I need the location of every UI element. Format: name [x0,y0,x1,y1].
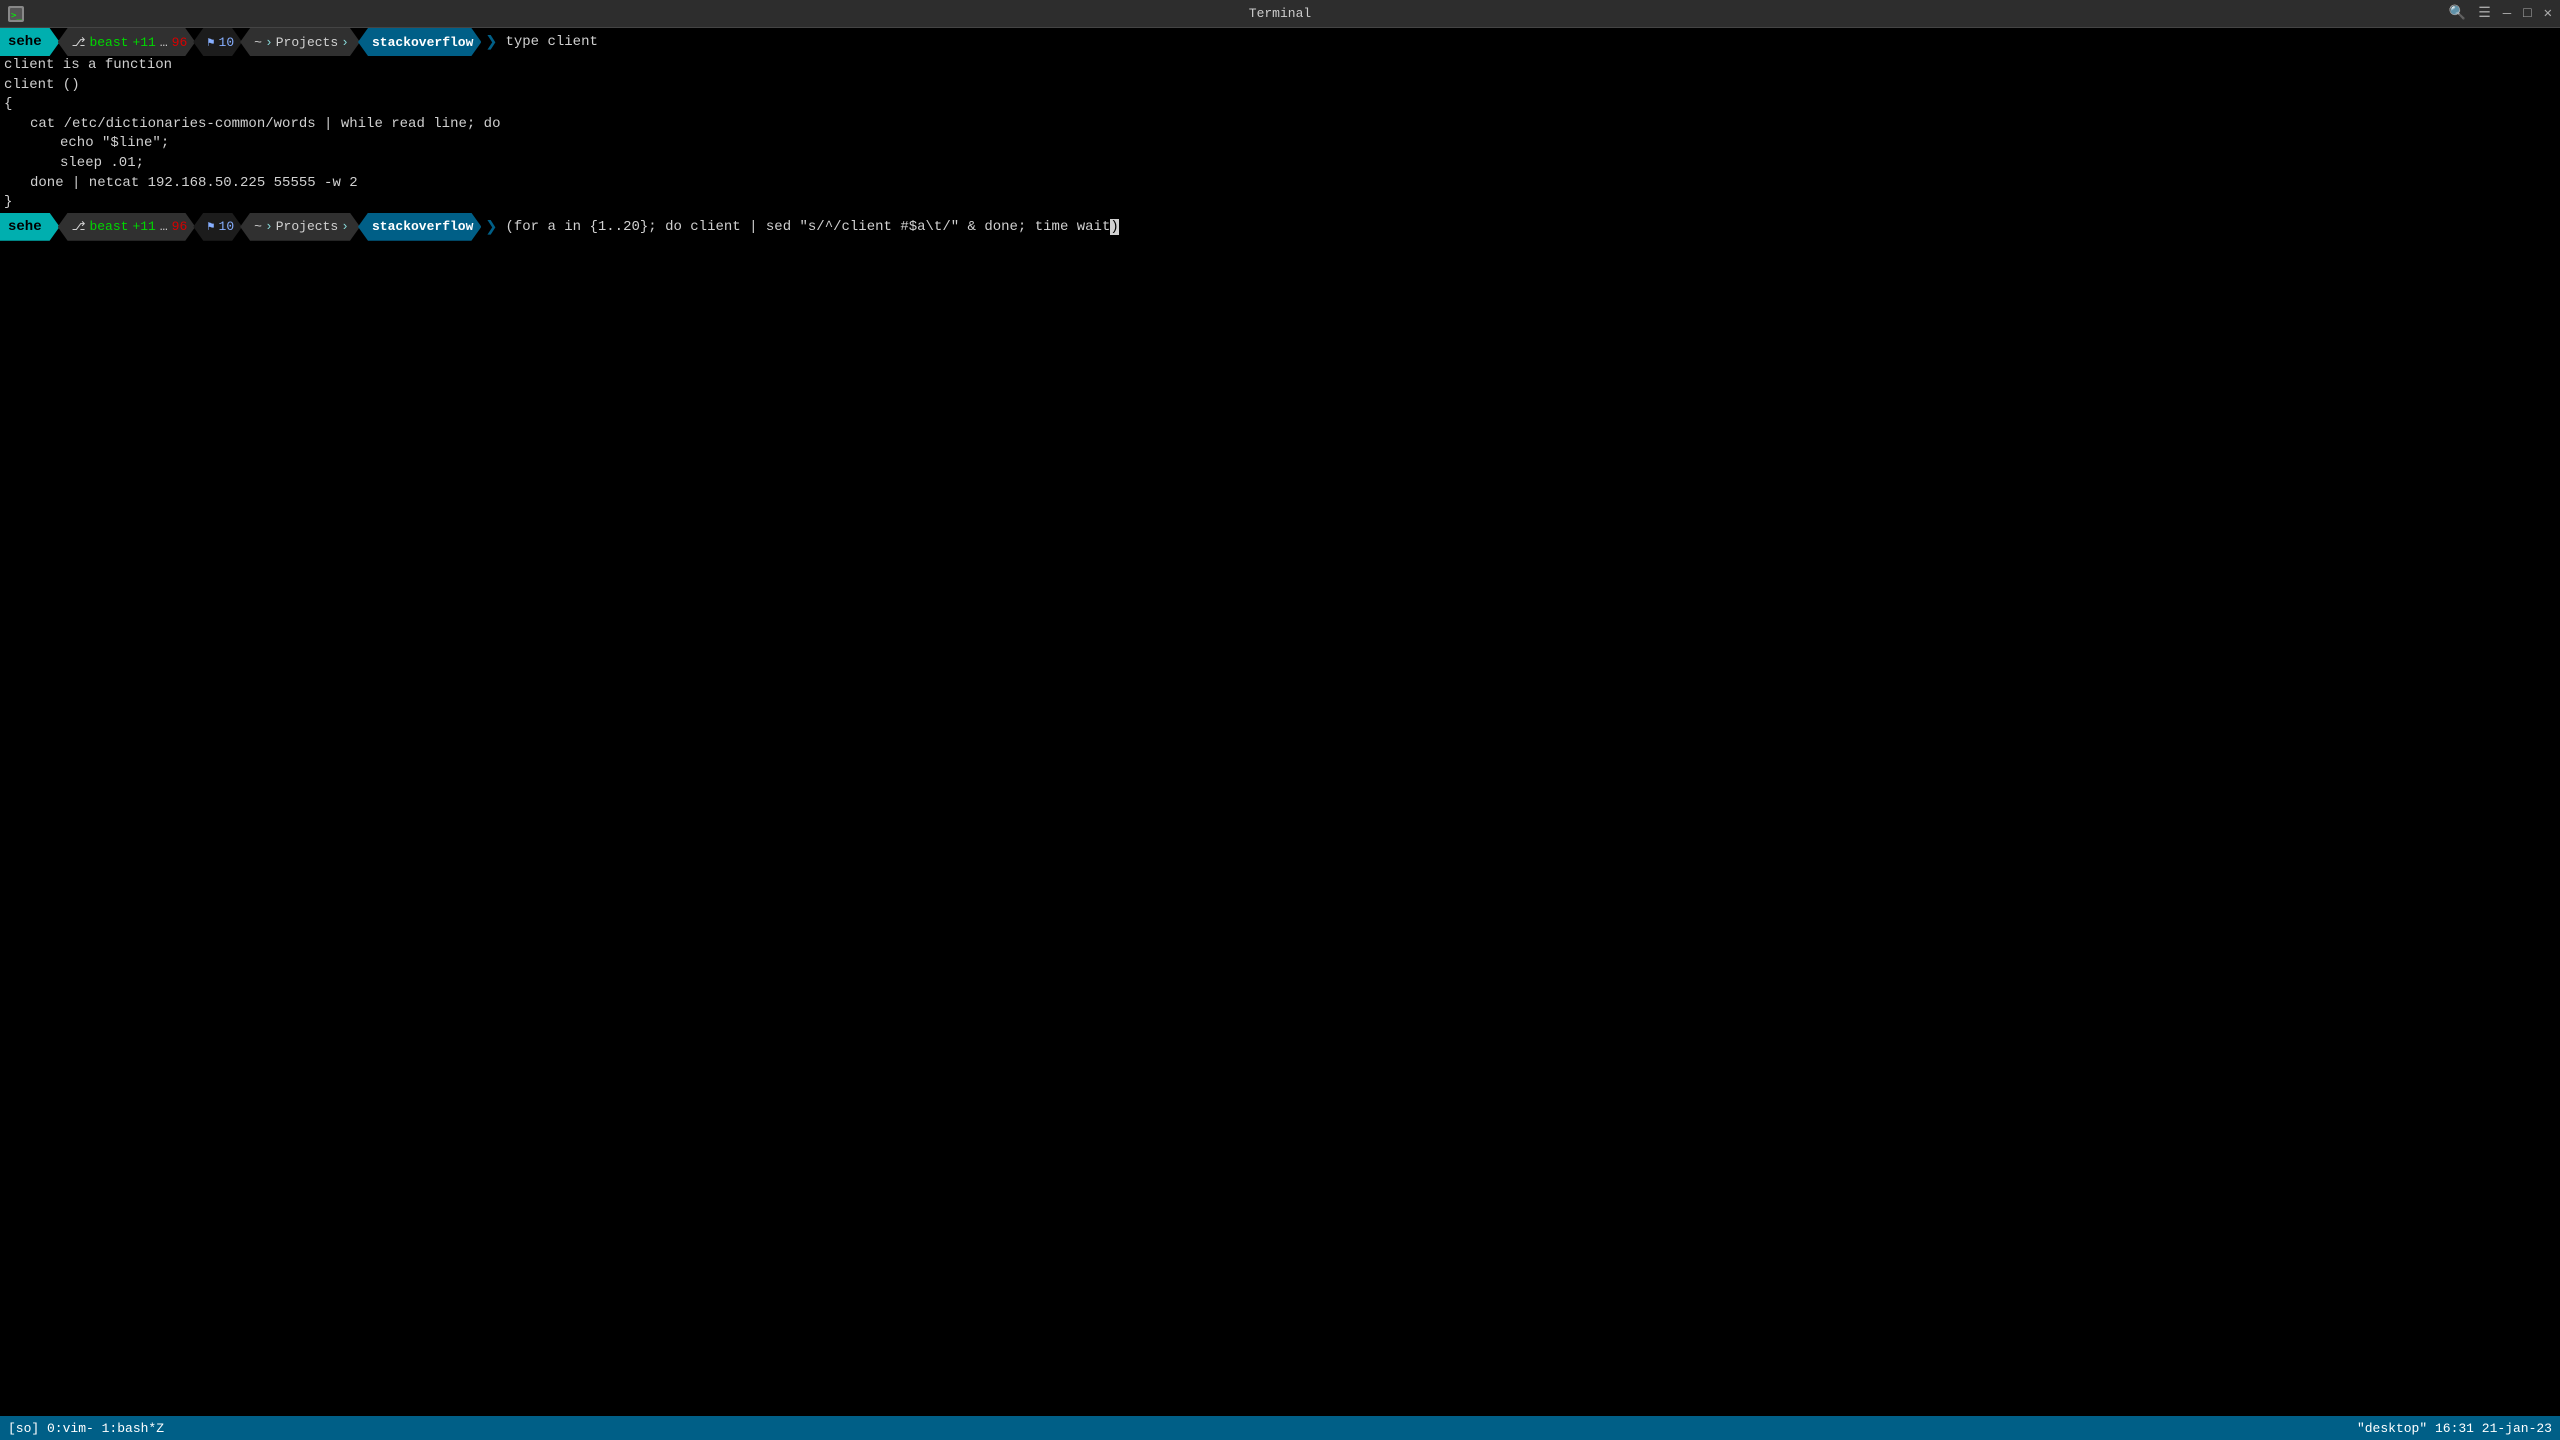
titlebar-left: >_ [8,6,24,22]
output-line-5: echo "$line"; [0,134,2560,154]
prompt-arrow-1: ❯ [479,28,499,56]
path-sep-2: › [341,35,349,50]
path-segment-1: ~ › Projects › [240,28,360,56]
path-home-2: ~ [254,219,262,234]
output-line-6: sleep .01; [0,154,2560,174]
dir-segment-1: stackoverflow [358,28,481,56]
path-segment-2: ~ › Projects › [240,213,360,241]
git-icon-1: ⎇ [72,35,86,50]
statusbar-left: [so] 0:vim- 1:bash*Z [8,1421,164,1436]
cursor: ) [1110,219,1118,235]
maximize-button[interactable]: □ [2523,6,2531,22]
search-button[interactable]: 🔍 [2449,5,2466,22]
dir-segment-2: stackoverflow [358,213,481,241]
path-dir-2: Projects [276,219,338,234]
git-icon-2: ⎇ [72,219,86,234]
prompt-arrow-2: ❯ [479,213,499,241]
numbers-segment-2: ⚑ 10 [193,213,242,241]
statusbar-right: "desktop" 16:31 21-jan-23 [2357,1421,2552,1436]
titlebar-title: Terminal [1249,6,1311,21]
numbers-segment-1: ⚑ 10 [193,28,242,56]
output-line-1: client is a function [0,56,2560,76]
git-minus-2: 96 [172,219,188,234]
git-segment-1: ⎇ beast +11 … 96 [58,28,196,56]
git-minus-1: 96 [172,35,188,50]
terminal-body: sehe ⎇ beast +11 … 96 ⚑ 10 ~ › Projects … [0,28,2560,1416]
prompt-line-2: sehe ⎇ beast +11 … 96 ⚑ 10 ~ › Projects … [0,213,2560,241]
flag-icon-2: ⚑ [207,219,214,234]
user-badge-1: sehe [0,28,60,56]
flag-num-1: 10 [219,35,235,50]
terminal-icon: >_ [8,6,24,22]
output-line-2: client () [0,76,2560,96]
prompt-line-1: sehe ⎇ beast +11 … 96 ⚑ 10 ~ › Projects … [0,28,2560,56]
empty-terminal-space [0,241,2560,1416]
git-plus-2: +11 [132,219,155,234]
titlebar-controls: 🔍 ☰ — □ ✕ [2449,5,2552,22]
path-sep-1: › [265,35,273,50]
flag-num-2: 10 [219,219,235,234]
menu-button[interactable]: ☰ [2478,5,2491,22]
command-1[interactable]: type client [499,34,597,50]
output-line-7: done | netcat 192.168.50.225 55555 -w 2 [0,174,2560,194]
path-sep-3: › [265,219,273,234]
minimize-button[interactable]: — [2503,6,2511,22]
output-line-8: } [0,193,2560,213]
close-button[interactable]: ✕ [2544,5,2552,22]
git-plus-1: +11 [132,35,155,50]
output-line-4: cat /etc/dictionaries-common/words | whi… [0,115,2560,135]
git-segment-2: ⎇ beast +11 … 96 [58,213,196,241]
svg-text:>_: >_ [11,11,22,20]
path-sep-4: › [341,219,349,234]
user-badge-2: sehe [0,213,60,241]
git-branch-1: beast [89,35,128,50]
dir-name-1: stackoverflow [372,35,473,50]
username-1: sehe [8,34,42,50]
username-2: sehe [8,219,42,235]
git-ellipsis-1: … [160,35,168,50]
arrow-icon-1: ❯ [485,29,497,55]
command-2[interactable]: (for a in {1..20}; do client | sed "s/^/… [499,219,1118,235]
path-dir-1: Projects [276,35,338,50]
dir-name-2: stackoverflow [372,219,473,234]
path-home-1: ~ [254,35,262,50]
arrow-icon-2: ❯ [485,214,497,240]
statusbar: [so] 0:vim- 1:bash*Z "desktop" 16:31 21-… [0,1416,2560,1440]
git-ellipsis-2: … [160,219,168,234]
git-branch-2: beast [89,219,128,234]
flag-icon-1: ⚑ [207,35,214,50]
output-line-3: { [0,95,2560,115]
titlebar: >_ Terminal 🔍 ☰ — □ ✕ [0,0,2560,28]
